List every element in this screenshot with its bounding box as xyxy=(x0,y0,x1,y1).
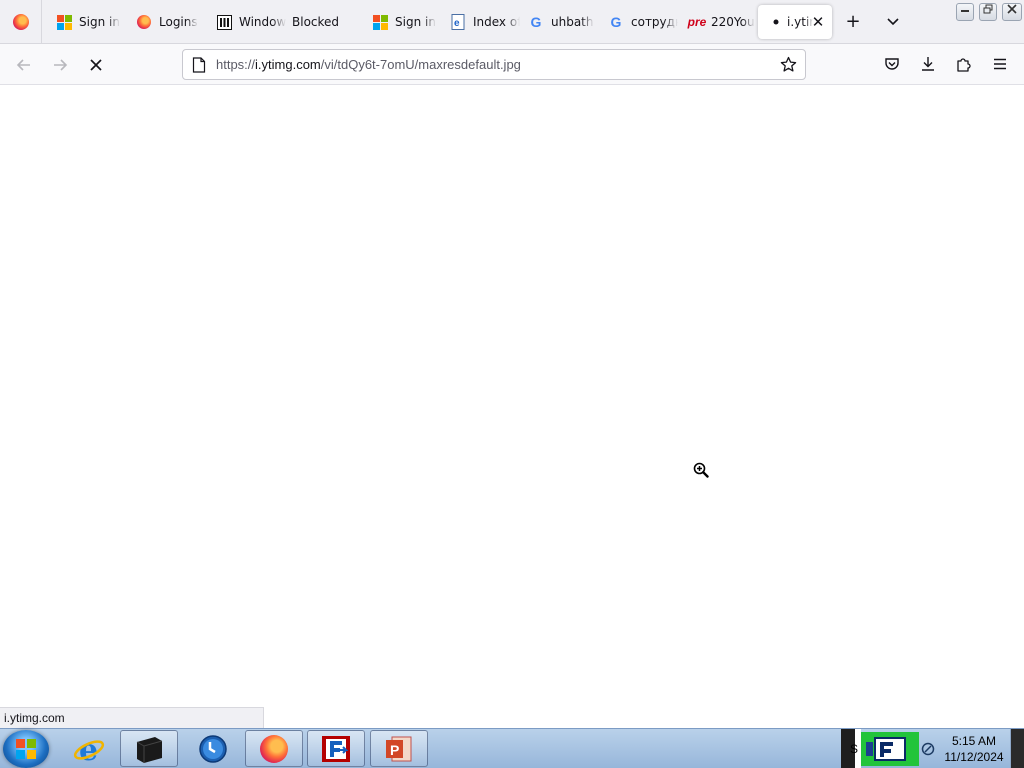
back-button[interactable] xyxy=(10,51,38,79)
back-arrow-icon xyxy=(16,59,30,71)
taskbar-filezilla[interactable] xyxy=(307,730,365,767)
google-icon: G xyxy=(610,14,622,30)
tab-sotrudn[interactable]: G сотрудн xyxy=(598,5,678,39)
tab-label: Sign in xyxy=(79,15,120,29)
url-host: i.ytimg.com xyxy=(255,57,321,72)
list-all-tabs-button[interactable] xyxy=(881,10,905,34)
microsoft-icon xyxy=(372,14,388,30)
firefox-icon xyxy=(12,14,29,30)
taskbar-internet-explorer[interactable]: e xyxy=(60,730,118,767)
pocket-icon xyxy=(885,58,899,70)
url-prefix: https:// xyxy=(216,57,256,72)
clock-date: 11/12/2024 xyxy=(944,750,1004,764)
downloads-button[interactable] xyxy=(916,52,940,76)
pocket-button[interactable] xyxy=(880,52,904,76)
tab-label: Windows xyxy=(239,15,286,29)
taskbar-clock[interactable]: 5:15 AM 11/12/2024 xyxy=(941,733,1007,765)
tab-label: Blocked xyxy=(292,15,340,29)
extensions-button[interactable] xyxy=(952,52,976,76)
new-tab-button[interactable]: + xyxy=(841,10,865,34)
page-content-area[interactable] xyxy=(0,85,1024,728)
svg-text:e: e xyxy=(454,18,460,29)
tab-label: Sign in xyxy=(395,15,436,29)
tab-sign-in-1[interactable]: Sign in xyxy=(46,5,126,39)
forward-button[interactable] xyxy=(46,51,74,79)
network-icon[interactable] xyxy=(921,741,935,756)
microsoft-icon xyxy=(56,14,72,30)
start-button[interactable] xyxy=(3,730,49,768)
tab-sign-in-2[interactable]: Sign in xyxy=(362,5,442,39)
tab-logins[interactable]: Logins xyxy=(126,5,206,39)
url-text[interactable]: https://i.ytimg.com/vi/tdQy6t-7omU/maxre… xyxy=(216,57,521,72)
tab-blocked[interactable]: Blocked xyxy=(286,5,366,39)
filezilla-icon xyxy=(322,735,350,762)
close-window-button[interactable] xyxy=(1002,3,1022,21)
windows-logo-icon xyxy=(16,739,36,759)
hamburger-menu-icon xyxy=(994,58,1006,70)
archive-icon xyxy=(216,14,232,30)
minimize-window-button[interactable] xyxy=(956,3,974,21)
internet-explorer-icon: e xyxy=(73,733,105,765)
stop-icon xyxy=(90,59,102,71)
download-icon xyxy=(922,57,934,71)
tab-uhbath[interactable]: G uhbath xyxy=(518,5,598,39)
tab-index-of[interactable]: e Index of xyxy=(440,5,520,39)
tab-strip: Sign in Logins Windows Blocked Sign in e… xyxy=(0,0,1024,44)
url-path: /vi/tdQy6t-7omU/maxresdefault.jpg xyxy=(320,57,521,72)
tray-letter: S xyxy=(850,742,859,756)
navigation-toolbar: https://i.ytimg.com/vi/tdQy6t-7omU/maxre… xyxy=(0,44,1024,85)
tab-label: uhbath xyxy=(551,15,594,29)
loading-dot-icon xyxy=(768,14,784,30)
ie-page-icon: e xyxy=(450,14,466,30)
clock-time: 5:15 AM xyxy=(951,734,997,748)
taskbar-media-player[interactable] xyxy=(184,730,242,767)
page-icon xyxy=(192,57,206,73)
tab-label: сотрудн xyxy=(631,15,678,29)
status-panel: i.ytimg.com xyxy=(0,707,264,728)
google-icon: G xyxy=(530,14,542,30)
tab-label: Index of xyxy=(473,15,520,29)
taskbar-firefox[interactable] xyxy=(245,730,303,767)
tab-label: Logins xyxy=(159,15,198,29)
close-tab-icon[interactable]: ✕ xyxy=(810,14,826,30)
firefox-icon xyxy=(136,14,152,30)
bookmark-star-icon[interactable] xyxy=(777,54,799,76)
powerpoint-icon: P xyxy=(386,736,412,761)
black-box-icon xyxy=(136,736,163,763)
tray-green-icon[interactable] xyxy=(861,732,919,766)
windows-taskbar: e P S 5:15 AM 11/12/2024 xyxy=(0,728,1024,768)
tab-i-ytimg-active[interactable]: i.ytimg ✕ xyxy=(758,5,832,39)
pre-icon: pre xyxy=(687,15,707,29)
firefox-view-button[interactable] xyxy=(0,0,42,44)
tab-windows[interactable]: Windows xyxy=(206,5,286,39)
puzzle-piece-icon xyxy=(957,58,971,72)
tab-220you[interactable]: pre 220You xyxy=(676,5,756,39)
media-player-icon xyxy=(199,734,227,763)
firefox-icon xyxy=(260,734,288,763)
tab-label: 220You xyxy=(711,15,755,29)
restore-window-button[interactable] xyxy=(979,3,997,21)
url-bar[interactable]: https://i.ytimg.com/vi/tdQy6t-7omU/maxre… xyxy=(182,49,806,80)
taskbar-powerpoint[interactable]: P xyxy=(370,730,428,767)
forward-arrow-icon xyxy=(54,59,68,71)
stop-loading-button[interactable] xyxy=(82,51,110,79)
screen: Sign in Logins Windows Blocked Sign in e… xyxy=(0,0,1024,768)
system-tray: S 5:15 AM 11/12/2024 xyxy=(841,729,1024,768)
svg-text:P: P xyxy=(390,742,399,758)
zoom-in-cursor-icon xyxy=(693,462,709,478)
svg-text:e: e xyxy=(79,733,98,765)
app-menu-button[interactable] xyxy=(988,52,1012,76)
show-desktop-button[interactable] xyxy=(1010,729,1024,768)
taskbar-black-app[interactable] xyxy=(120,730,178,767)
